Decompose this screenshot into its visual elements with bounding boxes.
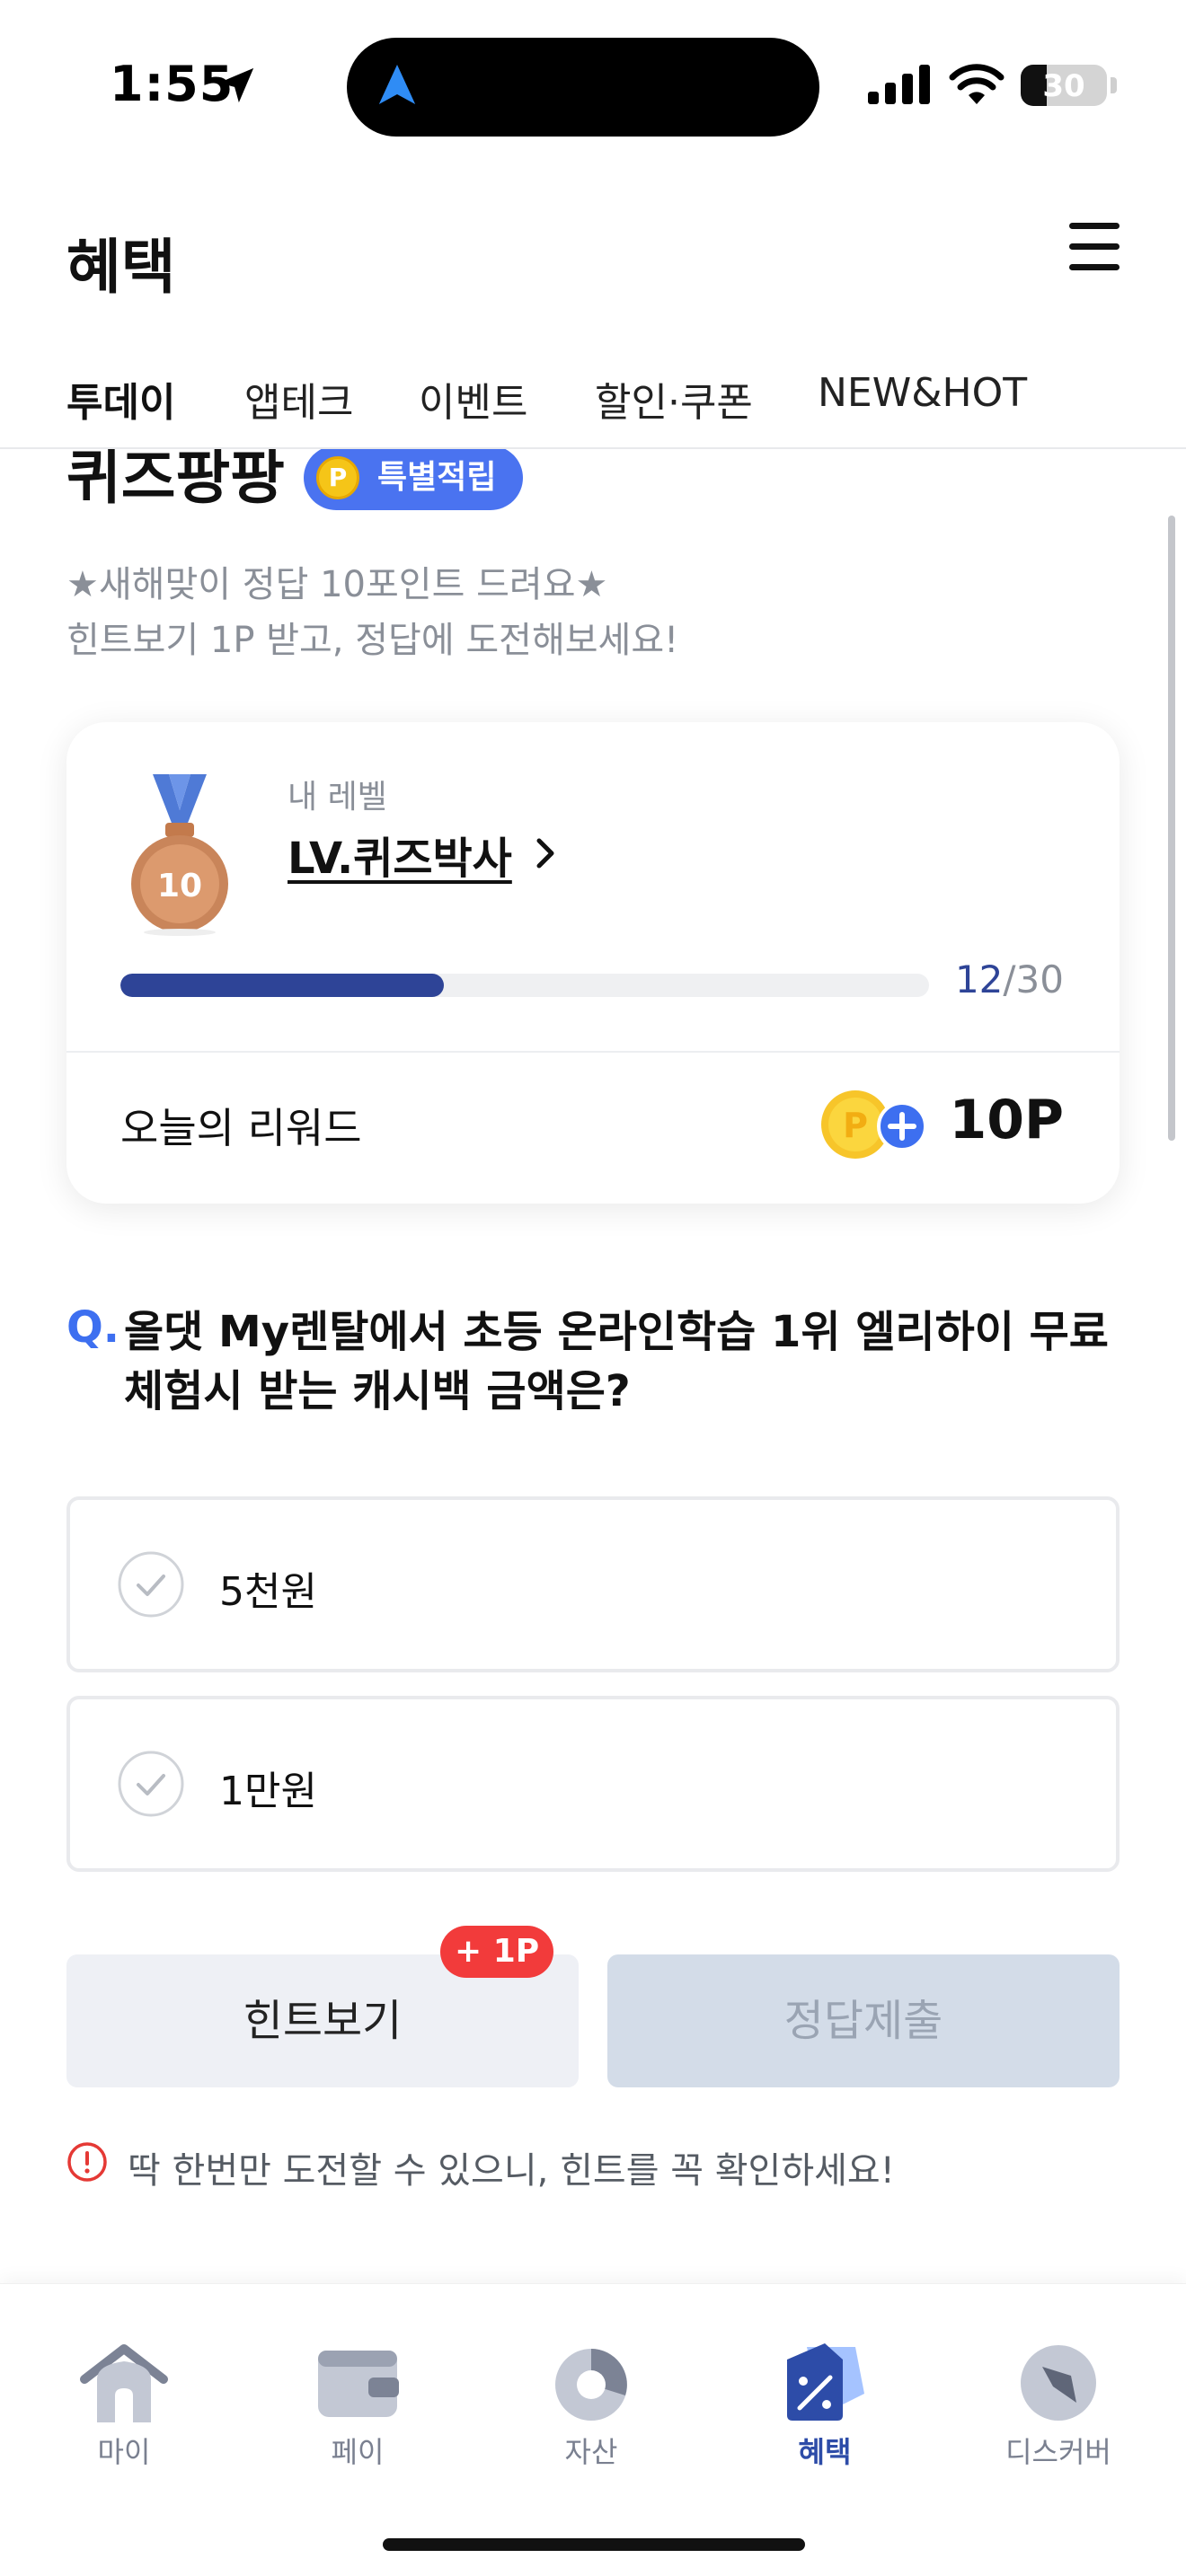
answer-option-label: 5천원 — [219, 1569, 317, 1615]
tab-discount-coupon[interactable]: 할인·쿠폰 — [595, 370, 753, 428]
home-indicator — [383, 2538, 805, 2551]
level-progress-fill — [120, 974, 444, 997]
level-name-link[interactable]: LV.퀴즈박사 — [288, 823, 512, 886]
bronze-medal-icon — [131, 774, 228, 936]
today-reward-value: 10P — [949, 1089, 1064, 1151]
nav-item-pay[interactable]: 페이 — [268, 2284, 447, 2482]
warning-icon — [67, 2142, 107, 2182]
compass-icon — [1021, 2345, 1096, 2421]
question-text: 올댓 My렌탈에서 초등 온라인학습 1위 엘리하이 무료 체험시 받는 캐시백… — [124, 1307, 1109, 1416]
point-plus-icon: P — [821, 1090, 927, 1159]
chevron-right-icon[interactable] — [532, 835, 559, 871]
nav-label: 마이 — [97, 2435, 151, 2469]
check-circle-icon — [118, 1551, 184, 1618]
quiz-content: 퀴즈팡팡 P 특별적립 ★새해맞이 정답 10포인트 드려요★ 힌트보기 1P … — [0, 449, 1186, 2281]
hamburger-menu-icon[interactable] — [1069, 221, 1120, 273]
tab-today[interactable]: 투데이 — [66, 370, 175, 428]
location-arrow-icon — [218, 67, 254, 103]
benefit-tag-icon — [787, 2343, 864, 2421]
cellular-signal-icon — [868, 65, 930, 104]
page-title: 혜택 — [66, 233, 176, 302]
nav-item-assets[interactable]: 자산 — [501, 2284, 681, 2482]
nav-item-my[interactable]: 마이 — [34, 2284, 214, 2482]
nav-label: 페이 — [331, 2435, 385, 2469]
quiz-description-line2: 힌트보기 1P 받고, 정답에 도전해보세요! — [66, 620, 679, 661]
wallet-icon — [318, 2351, 399, 2417]
nav-label: 혜택 — [798, 2435, 852, 2469]
level-progress-text: 12/30 — [955, 957, 1064, 1001]
warning-text: 딱 한번만 도전할 수 있으니, 힌트를 꼭 확인하세요! — [128, 2150, 895, 2192]
medal-number: 10 — [156, 868, 203, 904]
scrollbar[interactable] — [1168, 516, 1175, 1141]
progress-total: 30 — [1015, 957, 1064, 1001]
navigation-arrow-icon — [378, 65, 416, 104]
tab-new-hot[interactable]: NEW&HOT — [818, 370, 1027, 416]
level-progress-bar — [120, 974, 929, 997]
wifi-icon — [949, 64, 1005, 104]
pie-chart-icon — [555, 2349, 627, 2421]
special-reward-badge: P 특별적립 — [304, 449, 524, 510]
question-marker: Q. — [66, 1302, 120, 1353]
status-bar: 1:55 30 — [0, 0, 1186, 171]
submit-answer-button[interactable]: 정답제출 — [607, 1954, 1120, 2087]
nav-label: 디스커버 — [1005, 2435, 1111, 2469]
nav-item-discover[interactable]: 디스커버 — [969, 2284, 1148, 2482]
battery-level: 30 — [1042, 68, 1085, 104]
tab-event[interactable]: 이벤트 — [419, 370, 527, 428]
level-card: 10 내 레벨 LV.퀴즈박사 12/30 오늘의 리워드 P 10P — [66, 722, 1120, 1204]
progress-separator: / — [1003, 957, 1016, 1001]
hint-reward-badge: + 1P — [440, 1926, 554, 1978]
check-circle-icon — [118, 1751, 184, 1817]
battery-indicator: 30 — [1021, 65, 1107, 106]
nav-label: 자산 — [564, 2435, 618, 2469]
badge-label: 특별적립 — [377, 459, 497, 496]
quiz-title: 퀴즈팡팡 — [66, 449, 285, 512]
today-reward-label: 오늘의 리워드 — [120, 1104, 362, 1152]
nav-item-benefit[interactable]: 혜택 — [735, 2284, 915, 2482]
bottom-navigation: 마이 페이 자산 혜택 디스커버 — [0, 2283, 1186, 2576]
tab-apptech[interactable]: 앱테크 — [244, 370, 353, 428]
answer-option[interactable]: 1만원 — [66, 1696, 1120, 1872]
progress-current: 12 — [954, 957, 1004, 1001]
quiz-description-line1: ★새해맞이 정답 10포인트 드려요★ — [66, 564, 608, 605]
svg-text:P: P — [843, 1106, 868, 1145]
answer-option-label: 1만원 — [219, 1769, 317, 1814]
category-tabs: 투데이 앱테크 이벤트 할인·쿠폰 NEW&HOT — [0, 361, 1186, 449]
point-coin-icon: P — [316, 456, 359, 499]
card-divider — [66, 1051, 1120, 1053]
battery-tip — [1111, 77, 1117, 93]
answer-option[interactable]: 5천원 — [66, 1496, 1120, 1672]
level-label: 내 레벨 — [288, 779, 387, 816]
home-icon — [80, 2344, 168, 2422]
dynamic-island — [347, 38, 819, 137]
